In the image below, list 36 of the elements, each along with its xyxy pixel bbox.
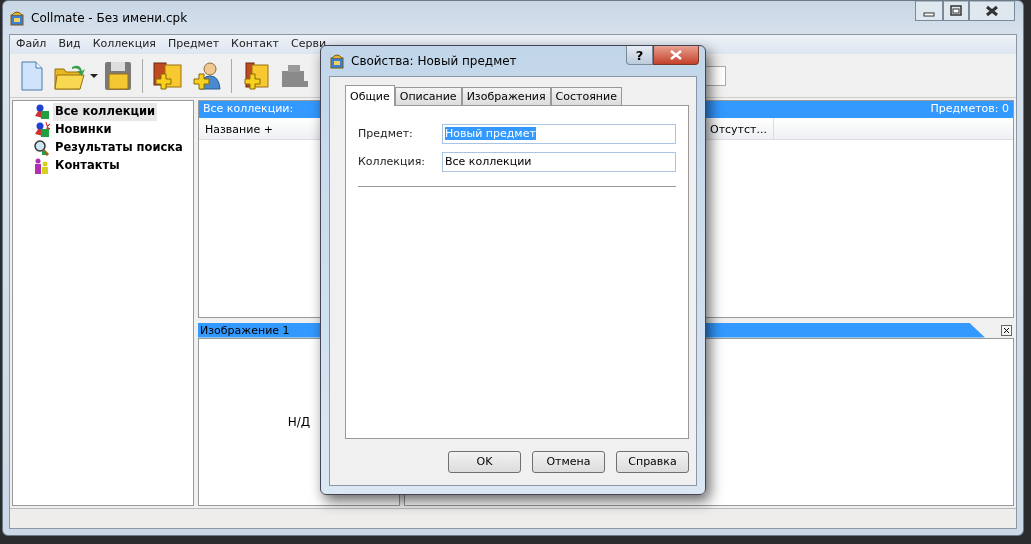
- field-label: Предмет:: [358, 125, 414, 142]
- tab[interactable]: Состояние: [550, 87, 622, 105]
- tree-item[interactable]: Контакты: [53, 157, 122, 175]
- dialog-title: Свойства: Новый предмет: [351, 53, 517, 70]
- close-icon[interactable]: [1001, 324, 1012, 336]
- no-image-text: Н/Д: [287, 414, 311, 431]
- tab[interactable]: Описание: [394, 87, 462, 105]
- tree-item[interactable]: Все коллекции: [53, 103, 158, 121]
- menu-item[interactable]: Предмет: [162, 36, 226, 53]
- minimize-icon[interactable]: [915, 1, 943, 21]
- list-title: Все коллекции:: [203, 101, 294, 118]
- menu-item[interactable]: Файл: [10, 36, 53, 53]
- app-icon: [9, 9, 25, 26]
- window-title: Collmate - Без имени.cpk: [31, 9, 188, 27]
- item-count: Предметов: 0: [930, 101, 1009, 118]
- menu-item[interactable]: Коллекция: [86, 36, 162, 53]
- new-items-icon: [33, 122, 50, 138]
- app-icon: [329, 53, 345, 69]
- tab[interactable]: Общие: [345, 85, 395, 106]
- contacts-icon: [33, 158, 50, 174]
- menu-item[interactable]: Вид: [52, 36, 87, 53]
- input-field[interactable]: Все коллекции: [442, 152, 676, 172]
- maximize-icon[interactable]: [943, 1, 969, 21]
- field-label: Коллекция:: [358, 153, 426, 170]
- tree-item[interactable]: Новинки: [53, 121, 114, 139]
- caret-icon[interactable]: [90, 71, 98, 80]
- close-icon[interactable]: [969, 1, 1015, 21]
- tab[interactable]: Изображения: [461, 87, 551, 105]
- help-button[interactable]: Справка: [616, 451, 689, 473]
- help-button[interactable]: ?: [626, 46, 653, 65]
- search-results-icon: [33, 140, 50, 156]
- collections-icon: [33, 104, 50, 120]
- cancel-button[interactable]: Отмена: [532, 451, 605, 473]
- menu-item[interactable]: Контакт: [225, 36, 286, 53]
- tree-item[interactable]: Результаты поиска: [53, 139, 185, 157]
- ok-button[interactable]: OK: [448, 451, 521, 473]
